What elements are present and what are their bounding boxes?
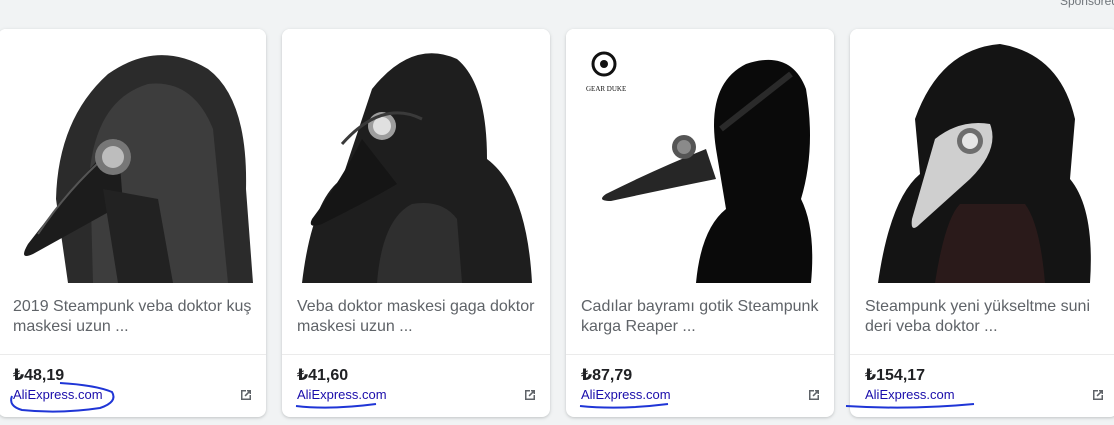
product-image-4[interactable] bbox=[850, 29, 1114, 283]
product-image-1[interactable] bbox=[0, 29, 266, 283]
merchant-link[interactable]: AliExpress.com bbox=[297, 387, 387, 402]
merchant-link[interactable]: AliExpress.com bbox=[865, 387, 955, 402]
product-price: ₺48,19 bbox=[13, 367, 65, 384]
external-link-icon[interactable] bbox=[1090, 387, 1106, 403]
divider bbox=[0, 354, 266, 355]
svg-text:GEAR DUKE: GEAR DUKE bbox=[586, 85, 626, 93]
product-title[interactable]: Steampunk yeni yükseltme suni deri veba … bbox=[865, 297, 1106, 337]
product-title[interactable]: 2019 Steampunk veba doktor kuş maskesi u… bbox=[13, 297, 254, 337]
product-title[interactable]: Veba doktor maskesi gaga doktor maskesi … bbox=[297, 297, 538, 337]
product-title[interactable]: Cadılar bayramı gotik Steampunk karga Re… bbox=[581, 297, 822, 337]
divider bbox=[282, 354, 550, 355]
product-card-3[interactable]: GEAR DUKE Cadılar bayramı gotik Steampun… bbox=[566, 29, 834, 417]
product-price: ₺41,60 bbox=[297, 367, 349, 384]
product-price: ₺154,17 bbox=[865, 367, 926, 384]
sponsored-label: Sponsored bbox=[1059, 0, 1114, 8]
divider bbox=[850, 354, 1114, 355]
product-card-4[interactable]: Steampunk yeni yükseltme suni deri veba … bbox=[850, 29, 1114, 417]
divider bbox=[566, 354, 834, 355]
external-link-icon[interactable] bbox=[238, 387, 254, 403]
product-image-3[interactable]: GEAR DUKE bbox=[566, 29, 834, 283]
product-card-2[interactable]: Veba doktor maskesi gaga doktor maskesi … bbox=[282, 29, 550, 417]
product-price: ₺87,79 bbox=[581, 367, 633, 384]
product-image-2[interactable] bbox=[282, 29, 550, 283]
merchant-link[interactable]: AliExpress.com bbox=[13, 387, 103, 402]
external-link-icon[interactable] bbox=[522, 387, 538, 403]
product-card-1[interactable]: 2019 Steampunk veba doktor kuş maskesi u… bbox=[0, 29, 266, 417]
external-link-icon[interactable] bbox=[806, 387, 822, 403]
merchant-link[interactable]: AliExpress.com bbox=[581, 387, 671, 402]
